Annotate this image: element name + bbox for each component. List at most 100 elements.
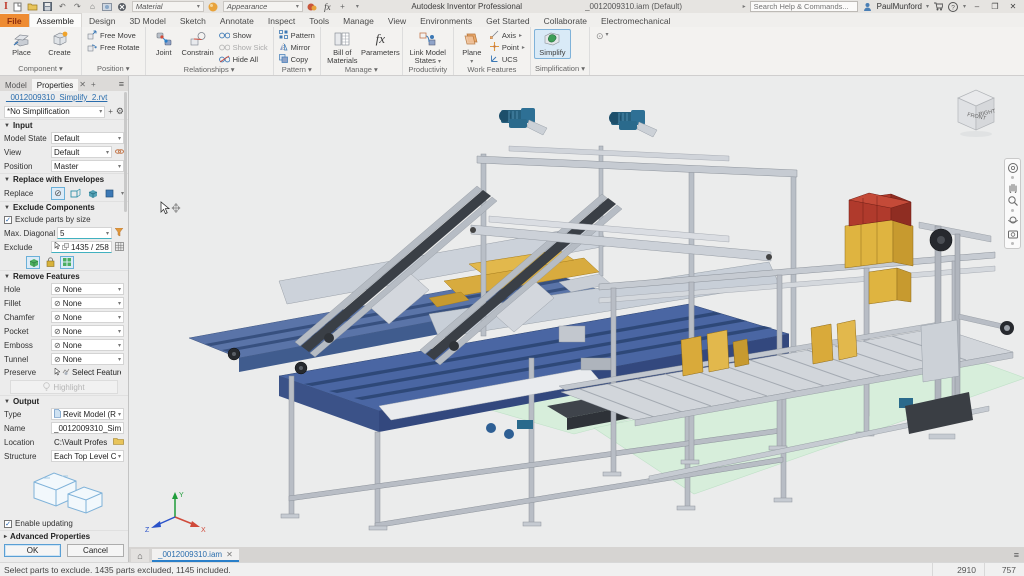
search-expand-icon[interactable]: ▸ [743, 3, 746, 10]
tab-electromechanical[interactable]: Electromechanical [594, 14, 677, 27]
simplify-button[interactable]: Simplify [534, 29, 571, 59]
tab-3d-model[interactable]: 3D Model [122, 14, 172, 27]
tunnel-select[interactable]: ⊘None▾ [51, 353, 124, 365]
exclude-grid-icon[interactable] [115, 242, 124, 253]
pan-hand-icon[interactable] [1007, 181, 1019, 193]
section-exclude-components[interactable]: ▼Exclude Components [0, 201, 128, 213]
material-browser-icon[interactable] [117, 1, 128, 12]
parameters-button[interactable]: fx Parameters [362, 29, 399, 57]
plane-button[interactable]: Plane▾ [457, 29, 487, 65]
fillet-select[interactable]: ⊘None▾ [51, 297, 124, 309]
envelope-all-in-one-button[interactable] [102, 187, 116, 200]
constrain-button[interactable]: Constrain [180, 29, 216, 57]
add-panel-tab-icon[interactable]: + [89, 80, 100, 91]
help-icon[interactable]: ? [948, 1, 959, 12]
group-label-pattern[interactable]: Pattern ▾ [274, 65, 320, 75]
material-combo[interactable]: Material ▾ [132, 1, 204, 12]
tab-collaborate[interactable]: Collaborate [537, 14, 594, 27]
joint-button[interactable]: Joint [149, 29, 179, 57]
pocket-select[interactable]: ⊘None▾ [51, 325, 124, 337]
home-icon[interactable]: ⌂ [87, 1, 98, 12]
envelope-none-button[interactable]: ⊘ [51, 187, 65, 200]
ok-button[interactable]: OK [4, 544, 61, 557]
section-output[interactable]: ▼Output [0, 395, 128, 407]
cancel-button[interactable]: Cancel [67, 544, 124, 557]
tab-sketch[interactable]: Sketch [173, 14, 213, 27]
help-menu-chevron-icon[interactable]: ▾ [963, 3, 966, 10]
undo-icon[interactable]: ↶ [57, 1, 68, 12]
axis-button[interactable]: Axis ▸ [488, 30, 527, 41]
hide-all-button[interactable]: Hide All [217, 54, 270, 65]
output-type-select[interactable]: Revit Model (RVT ▾ [51, 408, 124, 420]
preset-settings-gear-icon[interactable]: ⚙ [116, 106, 124, 117]
chamfer-select[interactable]: ⊘None▾ [51, 311, 124, 323]
group-label-component[interactable]: Component ▾ [0, 64, 81, 75]
create-button[interactable]: Create [41, 29, 78, 57]
section-input[interactable]: ▼Input [0, 119, 128, 131]
tab-list-menu-icon[interactable]: ≡ [1014, 550, 1024, 562]
ribbon-options-icon[interactable]: ⊙ [596, 31, 604, 42]
view-cube[interactable]: FRONT RIGHT [944, 82, 1008, 140]
user-menu-chevron-icon[interactable]: ▾ [926, 3, 929, 10]
ucs-button[interactable]: UCS [488, 54, 527, 65]
envelope-per-component-button[interactable] [85, 187, 99, 200]
tab-file[interactable]: File [0, 14, 29, 27]
panel-menu-icon[interactable]: ≡ [119, 79, 128, 91]
preview-grid-button[interactable] [60, 256, 74, 269]
close-button[interactable]: ✕ [1006, 2, 1020, 11]
free-rotate-button[interactable]: Free Rotate [85, 42, 142, 53]
tab-annotate[interactable]: Annotate [213, 14, 261, 27]
close-panel-tab-icon[interactable]: ✕ [78, 80, 89, 91]
group-label-productivity[interactable]: Productivity [403, 65, 453, 75]
redo-icon[interactable]: ↷ [72, 1, 83, 12]
section-remove-features[interactable]: ▼Remove Features [0, 270, 128, 282]
output-location-field[interactable]: C:\Vault Professional [51, 436, 110, 448]
close-document-icon[interactable]: ✕ [226, 550, 233, 559]
envelope-each-part-button[interactable] [68, 187, 82, 200]
navigation-wheel-icon[interactable] [1007, 162, 1019, 174]
tab-manage[interactable]: Manage [336, 14, 381, 27]
qat-customize-icon[interactable]: ▾ [352, 1, 363, 12]
screenshot-icon[interactable] [102, 1, 113, 12]
output-structure-select[interactable]: Each Top Level Comp... ▾ [51, 450, 124, 462]
tab-view[interactable]: View [381, 14, 413, 27]
group-label-manage[interactable]: Manage ▾ [321, 65, 402, 75]
tab-properties[interactable]: Properties [32, 79, 78, 91]
show-button[interactable]: Show [217, 30, 270, 41]
group-label-simplification[interactable]: Simplification ▾ [531, 64, 589, 75]
plus-icon[interactable]: + [337, 1, 348, 12]
browse-folder-icon[interactable] [113, 437, 124, 447]
panel-scrollbar[interactable] [124, 92, 127, 212]
lock-small-parts-button[interactable] [43, 256, 57, 269]
show-excluded-button[interactable] [26, 256, 40, 269]
navigation-bar[interactable] [1004, 158, 1021, 249]
cart-icon[interactable] [933, 1, 944, 12]
group-label-relationships[interactable]: Relationships ▾ [146, 65, 273, 75]
tab-model[interactable]: Model [0, 79, 32, 91]
simplify-doc-link[interactable]: _0012009310_Simplify_2.rvt [6, 93, 107, 102]
zoom-icon[interactable] [1007, 195, 1019, 207]
group-label-work-features[interactable]: Work Features [454, 65, 530, 75]
size-filter-icon[interactable] [115, 228, 124, 239]
search-input[interactable] [750, 1, 858, 12]
minimize-button[interactable]: – [970, 2, 984, 11]
document-tab[interactable]: _0012009310.iam ✕ [152, 549, 239, 562]
enable-updating-checkbox[interactable]: ✓ [4, 520, 12, 528]
bom-button[interactable]: Bill ofMaterials [324, 29, 361, 65]
new-file-icon[interactable] [12, 1, 23, 12]
look-at-icon[interactable] [1007, 228, 1019, 240]
exclude-selection-field[interactable]: 1435 / 258... [51, 241, 112, 253]
preserve-select-features[interactable]: Select Features [51, 367, 124, 379]
restore-button[interactable]: ❐ [988, 2, 1002, 11]
link-model-states-button[interactable]: Link ModelStates ▾ [406, 29, 450, 65]
open-folder-icon[interactable] [27, 1, 38, 12]
parameters-fx-icon[interactable]: fx [322, 1, 333, 12]
point-button[interactable]: Point ▸ [488, 42, 527, 53]
model-state-select[interactable]: Default ▾ [51, 132, 124, 144]
place-button[interactable]: Place [3, 29, 40, 57]
orbit-icon[interactable] [1007, 214, 1019, 226]
model-viewport[interactable]: FRONT RIGHT Y X Z [129, 76, 1024, 547]
view-link-icon[interactable] [115, 148, 124, 157]
view-select[interactable]: Default ▾ [51, 146, 112, 158]
exclude-by-size-checkbox[interactable]: ✓ [4, 216, 12, 224]
